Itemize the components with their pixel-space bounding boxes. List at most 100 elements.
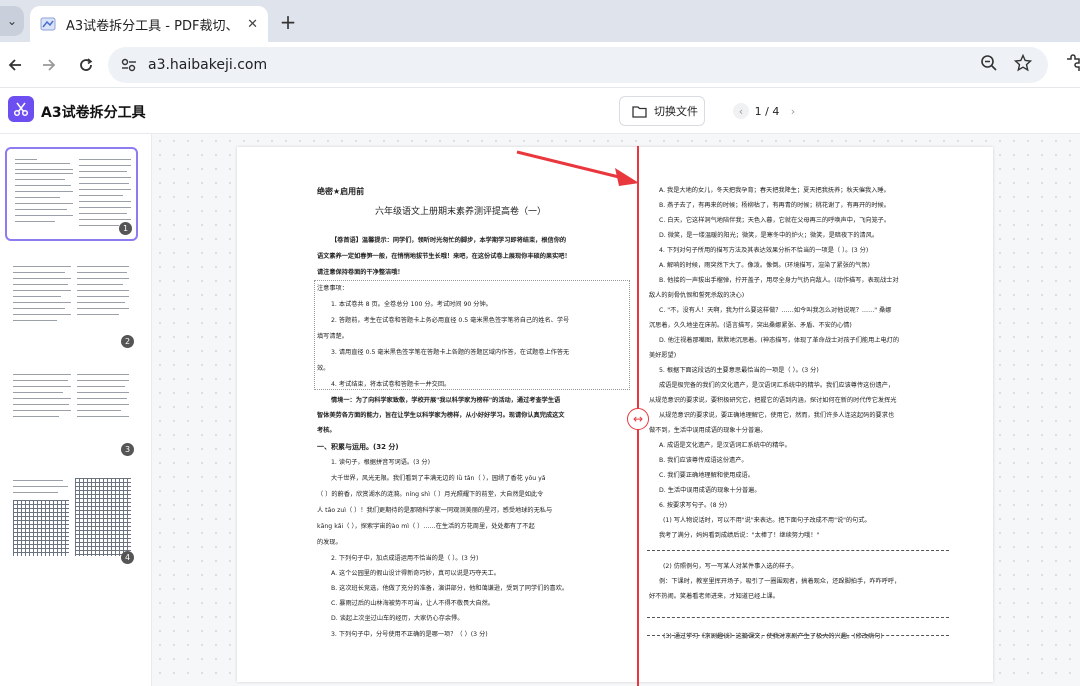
question-line: A. 成语是文化遗产，是汉语词汇系统中的精华。: [659, 442, 791, 449]
zoom-button[interactable]: [978, 52, 1000, 74]
answer-line: [647, 550, 949, 551]
reload-icon: [80, 58, 93, 71]
address-bar-row: a3.haibakeji.com: [0, 42, 1080, 88]
split-handle[interactable]: ↔: [627, 408, 649, 430]
page-navigator: ‹ 1 / 4 ›: [733, 99, 801, 123]
pointer-arrow-icon: [516, 150, 639, 186]
section-heading: 一、积累与运用。(32 分): [317, 443, 399, 451]
question-line: A. 这个公园里的假山设计得新奇巧妙，真可以说是巧夺天工。: [331, 570, 500, 577]
question-line: C. 暴雨过后的山林海被势不可当，让人不得不敬畏大自然。: [331, 600, 494, 607]
app-logo: [8, 96, 34, 122]
question-line: 成语是极完备的我们的文化遗产，是汉语词汇系统中的精华。我们应该尊传这份遗产，: [659, 382, 895, 389]
app-header: A3试卷拆分工具 切换文件 ‹ 1 / 4 ›: [0, 88, 1080, 134]
star-icon: [1014, 54, 1032, 72]
question-line: D. 微笑，是一缕温暖的阳光；微笑，是寒冬中的炉火；微笑，是暗夜下的清风。: [659, 232, 879, 239]
question-line: 敌人的刻骨仇恨和誓死杀敌的决心): [649, 292, 745, 299]
app-title: A3试卷拆分工具: [41, 105, 146, 121]
secret-label: 绝密★启用前: [317, 187, 365, 196]
question-line: C. "不，没有人！天啊，我为什么要这样做？……如今叫我怎么对他说呢？……" 桑…: [659, 307, 892, 314]
tab-title: A3试卷拆分工具 - PDF裁切、图: [66, 18, 240, 34]
question-line: 1. 读句子，根据拼音写词语。(3 分): [331, 459, 431, 466]
page-thumbnail[interactable]: 2: [5, 258, 138, 352]
question-line: 6. 按要求写句子。(8 分): [659, 502, 728, 509]
question-line: 例：下课时，教室里挥开场子，吸引了一圈围观者，搞着观众，还跺脚拍手，咋咋呼呼，: [659, 578, 901, 585]
close-icon[interactable]: ✕: [247, 17, 258, 32]
tab-search-button[interactable]: ⌄: [0, 6, 24, 36]
switch-file-label: 切换文件: [654, 105, 698, 118]
question-line: kāng kǎi（ ），探索宇宙的ào mì（ ）……在生活的方花周里，处处都有…: [317, 523, 535, 530]
back-arrow-icon: [8, 59, 21, 71]
question-line: 好不热闹。笑着看老师进来，才知道已经上课。: [649, 593, 779, 600]
preview-canvas: 绝密★启用前 六年级语文上册期末素养测评提高卷（一） 【卷首语】温馨提示：同学们…: [153, 134, 1080, 686]
question-line: (2) 仿照例句，写一写某人对某件事入选的样子。: [663, 563, 798, 570]
question-line: A. 我是大地的女儿，冬天把我孕育；春天把我降生；夏天把我抚养；秋天催我入睡。: [659, 187, 890, 194]
thumbnail-number: 4: [121, 551, 134, 564]
question-line: C. 白天，它这样洞气地陪伴我；天色入暮，它就在父母再三的呼唤声中，飞向笼子。: [659, 217, 891, 224]
question-line: 美好愿望): [649, 352, 677, 359]
question-line: 4. 下列对句子所用的描写方法及其表达效果分析不恰当的一项是（ ）。(3 分): [659, 247, 869, 254]
exam-page: 绝密★启用前 六年级语文上册期末素养测评提高卷（一） 【卷首语】温馨提示：同学们…: [237, 147, 993, 682]
next-page-button[interactable]: ›: [785, 103, 801, 119]
reload-button[interactable]: [73, 52, 99, 78]
question-line: A. 解响的时候，雨突然下大了。像泼。像倒。(环境描写，渲染了紧张的气氛): [659, 262, 870, 269]
extensions-button[interactable]: [1062, 52, 1080, 74]
intro-line: 语文素养一定如春笋一般，在悄悄地拔节生长哦！来吧，在这份试卷上展现你丰硕的果实吧…: [317, 253, 571, 260]
back-button[interactable]: [2, 52, 28, 78]
new-tab-button[interactable]: +: [276, 10, 300, 34]
zoom-out-icon: [981, 55, 997, 71]
thumbnail-sidebar: 1 2 3 4: [0, 134, 152, 686]
question-line: 3. 下列句子中，分号使用不正确的是哪一项？（ ）(3 分): [331, 631, 488, 638]
puzzle-icon: [1067, 54, 1080, 71]
question-line: C. 我们要正确地理解和使用成语。: [659, 472, 754, 479]
thumbnail-number: 2: [121, 335, 134, 348]
switch-file-button[interactable]: 切换文件: [619, 96, 705, 126]
notice-box: [314, 280, 630, 390]
question-line: 从规范意识的要求说，要积极研究它，把握它的语到内涵，探讨如何在新的时代传它发挥光: [649, 397, 897, 404]
browser-tab-bar: ⌄ A3试卷拆分工具 - PDF裁切、图 ✕ +: [0, 0, 1080, 42]
browser-tab[interactable]: A3试卷拆分工具 - PDF裁切、图 ✕: [30, 6, 268, 42]
intro-line: 请注意保持卷面的干净整洁哦！: [317, 269, 404, 276]
question-line: D. 他注视着那嘴图，默默地沉思着。(神态描写，体现了革命战士对孩子们能用上电灯…: [659, 337, 900, 344]
scenario-line: 考核。: [317, 427, 336, 434]
question-line: D. 谈起上次坐过山车的经历，大家仍心存余悸。: [331, 615, 464, 622]
forward-arrow-icon: [43, 59, 56, 71]
question-line: （ ）的蔚香，欣赏湖水的涟漪。níng shì（ ）月光照耀下的前堂，大自然是如…: [317, 491, 544, 498]
question-line: 沉思着，久久地坐在床前。(语言描写，突出桑娜紧张、矛盾、不安的心情): [649, 322, 852, 329]
drag-horizontal-icon: ↔: [632, 412, 644, 426]
question-line: 的发现。: [317, 539, 342, 546]
exam-title: 六年级语文上册期末素养测评提高卷（一）: [375, 207, 547, 217]
chevron-down-icon: ⌄: [6, 14, 18, 28]
question-line: B. 他接的一声拔出手榴弹，拧开盖子，用尽全身力气扔向敌人。(动作描写，表现战士…: [659, 277, 899, 284]
thumbnail-number: 1: [119, 222, 132, 235]
page-thumbnail[interactable]: 1: [5, 147, 138, 241]
forward-button[interactable]: [36, 52, 62, 78]
question-line: B. 我们应该尊传成语这份遗产。: [659, 457, 748, 464]
question-line: 我考了满分，妈妈看到成绩后说："太棒了！继续努力哦！": [659, 532, 820, 539]
thumbnail-number: 3: [121, 443, 134, 456]
question-line: 人 tāo zuì（ ）！我们更期待的是那随科学家一同观测美丽的星河，感受地球的…: [317, 507, 553, 514]
page-thumbnail[interactable]: 4: [5, 474, 138, 568]
page-indicator: 1 / 4: [754, 104, 780, 118]
favicon-icon: [40, 17, 56, 31]
question-line: (1) 写人物说话时，可以不用"说"来表达。把下面句子改成不用"说"的句式。: [663, 517, 871, 524]
question-line: 从规范意识的要求说，要正确地理解它，使用它，然而，我们许多人连这起码的要求也: [659, 412, 895, 419]
question-line: 2. 下列句子中，加点成语运用不恰当的是（ ）。(3 分): [331, 555, 479, 562]
page-thumbnail[interactable]: 3: [5, 366, 138, 460]
bookmark-button[interactable]: [1012, 52, 1034, 74]
scissors-icon: [13, 102, 29, 117]
scenario-line: 智体美劳各方面的能力，旨在让学生以科学家为榜样，从小好好学习。现请你认真完成这文: [317, 412, 565, 419]
question-line: D. 生活中误用成语的现象十分普遍。: [659, 487, 761, 494]
folder-icon: [632, 105, 647, 118]
question-line: B. 这次班长竞选，他做了充分的准备，演讲部分，他和蔼谦逊，受到了同学们的喜欢。: [331, 585, 569, 592]
url-text: a3.haibakeji.com: [148, 57, 268, 73]
question-line: 5. 根据下面这段话的主要意思最恰当的一项是（ ）。(3 分): [659, 367, 819, 374]
prev-page-button[interactable]: ‹: [733, 103, 749, 119]
scenario-line: 情境一：为了向科学家致敬，学校开展"我以科学家为榜样"的活动，通过考查学生语: [331, 397, 561, 404]
site-settings-icon[interactable]: [120, 57, 138, 73]
question-line: 大千世界，风光无限。我们看到了丰满无边的 lǜ tǎn（ ），园绣了香花 yōu…: [331, 475, 546, 482]
intro-line: 【卷首语】温馨提示：同学们，领听时光匆忙的脚步，本学期学习即将结束，根信你的: [331, 237, 567, 244]
question-line: B. 燕子去了，有再来的时候；杨柳枯了，有再青的时候；桃花谢了，有再开的时候。: [659, 202, 890, 209]
answer-line: [647, 617, 949, 618]
answer-line: [647, 635, 949, 636]
omnibox[interactable]: a3.haibakeji.com: [108, 47, 1048, 83]
